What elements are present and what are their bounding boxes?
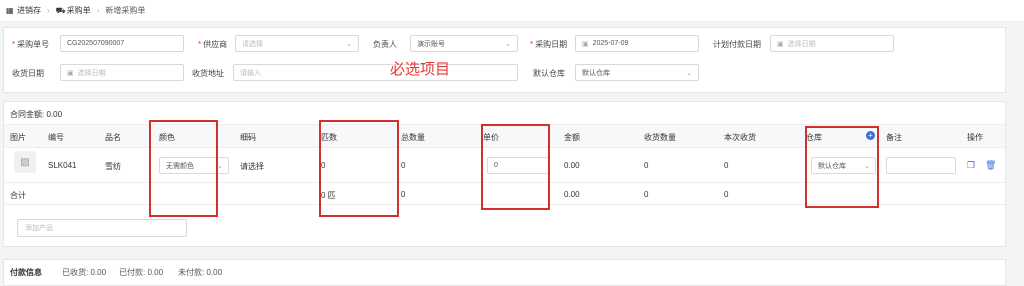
contract-amount: 合同金额: 0.00 [10, 110, 63, 119]
calendar-icon: ▣ [67, 69, 74, 77]
total-amount: 0.00 [564, 190, 580, 199]
breadcrumb-item-new-purchase: 新增采购单 [105, 5, 145, 16]
breadcrumb-label-purchase: 采购单 [66, 6, 91, 15]
supplier-label: * 供应商 [198, 40, 228, 49]
th-code: 编号 [48, 133, 64, 142]
remark-input[interactable] [886, 157, 956, 174]
breadcrumb-item-inventory[interactable]: ▦ 进销存 [6, 5, 41, 16]
grid-icon: ▦ [6, 5, 14, 15]
total-label: 合计 [10, 191, 26, 200]
planned-pay-date-input[interactable]: ▣ 选择日期 [770, 35, 894, 52]
cart-icon: ⛟ [55, 5, 66, 15]
th-received-qty: 收货数量 [644, 133, 676, 142]
receive-address-label: 收货地址 [192, 69, 224, 78]
required-items-annotation: 必选项目 [390, 60, 451, 78]
th-action: 操作 [967, 133, 983, 142]
payment-paid: 已付款: 0.00 [119, 268, 164, 277]
calendar-icon: ▣ [582, 40, 589, 48]
chevron-right-icon: › [47, 6, 50, 15]
purchase-form: * 采购单号 CG202507090007 * 供应商 请选择 ⌄ 负责人 演示账号 ⌄… [3, 27, 1006, 93]
th-name: 品名 [105, 133, 121, 142]
total-this-receive: 0 [724, 190, 729, 199]
breadcrumb-item-purchase[interactable]: ⛟ 采购单 [56, 5, 91, 16]
breadcrumb-label-new-purchase: 新增采购单 [105, 6, 146, 15]
purchase-date-label: * 采购日期 [530, 40, 568, 49]
cell-this-receive: 0 [724, 161, 729, 170]
cell-amount: 0.00 [564, 161, 580, 170]
supplier-select[interactable]: 请选择 ⌄ [235, 35, 359, 52]
purchase-date-input[interactable]: ▣ 2025-07-09 [575, 35, 699, 52]
receive-address-input[interactable]: 请输入 [233, 64, 518, 81]
payment-panel: 付款信息 已收货: 0.00 已付款: 0.00 未付款: 0.00 [3, 259, 1006, 286]
calendar-icon: ▣ [777, 40, 784, 48]
total-received-qty: 0 [644, 190, 649, 199]
receive-date-input[interactable]: ▣ 选择日期 [60, 64, 184, 81]
th-this-receive: 本次收货 [724, 133, 756, 142]
add-product-input[interactable]: 添加产品 [17, 219, 187, 237]
cell-received-qty: 0 [644, 161, 649, 170]
chevron-down-icon: ⌄ [217, 163, 223, 170]
planned-pay-date-label: 计划付款日期 [713, 40, 761, 49]
payment-received: 已收货: 0.00 [62, 268, 107, 277]
copy-icon[interactable]: ❐ [967, 160, 975, 171]
default-warehouse-select[interactable]: 默认仓库 ⌄ [575, 64, 699, 81]
yard-select[interactable]: 请选择 [240, 161, 264, 172]
chevron-down-icon: ⌄ [346, 41, 352, 48]
receive-date-label: 收货日期 [12, 69, 44, 78]
order-no-label: * 采购单号 [12, 40, 50, 49]
default-warehouse-label: 默认仓库 [533, 69, 565, 78]
cell-name: 雪纺 [105, 162, 121, 171]
payment-unpaid: 未付款: 0.00 [178, 268, 223, 277]
breadcrumb: ▦ 进销存 › ⛟ 采购单 › 新增采购单 [0, 0, 1024, 22]
highlight-box-warehouse [805, 126, 879, 208]
chevron-right-icon: › [96, 6, 100, 15]
image-placeholder-icon[interactable]: ▨ [14, 151, 36, 173]
th-remark: 备注 [886, 133, 902, 142]
total-qty: 0 [401, 190, 406, 199]
chevron-down-icon: ⌄ [686, 70, 692, 77]
th-yard: 细码 [240, 133, 256, 142]
payment-title: 付款信息 [10, 268, 42, 277]
breadcrumb-label-inventory: 进销存 [17, 6, 41, 15]
cell-total-qty: 0 [401, 161, 406, 170]
cell-code: SLK041 [48, 161, 77, 170]
owner-select[interactable]: 演示账号 ⌄ [410, 35, 518, 52]
highlight-box-unit-price [481, 124, 550, 210]
highlight-box-pieces [319, 120, 399, 217]
delete-icon[interactable]: 🗑 [985, 160, 996, 171]
highlight-box-color [149, 120, 218, 217]
th-image: 图片 [10, 133, 26, 142]
chevron-down-icon: ⌄ [505, 41, 511, 48]
th-amount: 金额 [564, 133, 580, 142]
order-no-input[interactable]: CG202507090007 [60, 35, 184, 52]
th-total-qty: 总数量 [401, 133, 425, 142]
owner-label: 负责人 [373, 40, 397, 49]
